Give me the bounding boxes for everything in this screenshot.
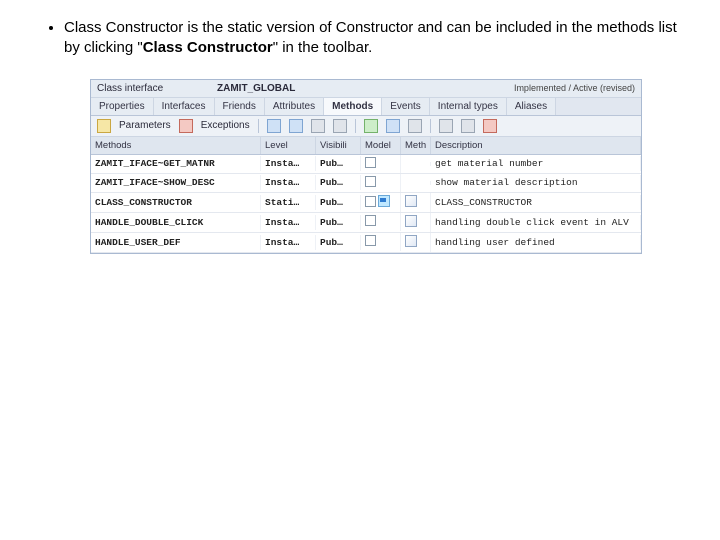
method-doc-icon[interactable] [405, 195, 417, 207]
cell-visi: Pub… [316, 235, 361, 250]
cell-visi: Pub… [316, 215, 361, 230]
cell-meth[interactable] [401, 233, 431, 252]
checkbox-icon[interactable] [365, 176, 376, 187]
col-model[interactable]: Model [361, 137, 401, 154]
toolbar-icon-6[interactable] [386, 119, 400, 133]
class-header: Class interface ZAMIT_GLOBAL Implemented… [91, 80, 641, 98]
parameters-button[interactable]: Parameters [119, 120, 171, 131]
checkbox-icon[interactable] [365, 157, 376, 168]
cell-meth [401, 181, 431, 185]
toolbar-sep [430, 119, 431, 133]
toolbar-icon-8[interactable] [439, 119, 453, 133]
tab-aliases[interactable]: Aliases [507, 98, 556, 115]
tab-friends[interactable]: Friends [215, 98, 265, 115]
cell-model[interactable] [361, 174, 401, 192]
cell-desc: handling user defined [431, 235, 641, 250]
cell-visi: Pub… [316, 175, 361, 190]
toolbar-icon-3[interactable] [311, 119, 325, 133]
checkbox-icon[interactable] [365, 215, 376, 226]
tab-internal-types[interactable]: Internal types [430, 98, 507, 115]
tab-strip: Properties Interfaces Friends Attributes… [91, 98, 641, 116]
cell-method[interactable]: CLASS_CONSTRUCTOR [91, 195, 261, 210]
cell-level: Insta… [261, 215, 316, 230]
cell-meth[interactable] [401, 193, 431, 212]
cell-desc: CLASS_CONSTRUCTOR [431, 195, 641, 210]
toolbar-icon-7[interactable] [408, 119, 422, 133]
toolbar-icon-9[interactable] [461, 119, 475, 133]
col-description[interactable]: Description [431, 137, 641, 154]
cell-model[interactable] [361, 155, 401, 173]
cell-model[interactable] [361, 193, 401, 212]
class-builder-panel: Class interface ZAMIT_GLOBAL Implemented… [90, 79, 642, 254]
cell-model[interactable] [361, 213, 401, 231]
col-level[interactable]: Level [261, 137, 316, 154]
table-row[interactable]: HANDLE_DOUBLE_CLICK Insta… Pub… handling… [91, 213, 641, 233]
col-methods[interactable]: Methods [91, 137, 261, 154]
bullet-bold: Class Constructor [143, 39, 273, 56]
exceptions-icon[interactable] [179, 119, 193, 133]
cell-desc: get material number [431, 156, 641, 171]
methods-toolbar: Parameters Exceptions [91, 116, 641, 137]
tab-interfaces[interactable]: Interfaces [154, 98, 215, 115]
cell-visi: Pub… [316, 156, 361, 171]
cell-method[interactable]: ZAMIT_IFACE~GET_MATNR [91, 156, 261, 171]
checkbox-icon[interactable] [365, 235, 376, 246]
checkbox-icon[interactable] [365, 196, 376, 207]
methods-column-header: Methods Level Visibili Model Meth Descri… [91, 137, 641, 155]
toolbar-sep [355, 119, 356, 133]
methods-table-body: ZAMIT_IFACE~GET_MATNR Insta… Pub… get ma… [91, 155, 641, 253]
class-name-value: ZAMIT_GLOBAL [217, 83, 377, 94]
class-interface-label: Class interface [97, 83, 217, 94]
cell-desc: show material description [431, 175, 641, 190]
toolbar-icon-4[interactable] [333, 119, 347, 133]
method-doc-icon[interactable] [405, 215, 417, 227]
cell-method[interactable]: HANDLE_USER_DEF [91, 235, 261, 250]
table-row[interactable]: HANDLE_USER_DEF Insta… Pub… handling use… [91, 233, 641, 253]
cell-visi: Pub… [316, 195, 361, 210]
col-meth[interactable]: Meth [401, 137, 431, 154]
toolbar-icon-10[interactable] [483, 119, 497, 133]
cell-method[interactable]: ZAMIT_IFACE~SHOW_DESC [91, 175, 261, 190]
tab-properties[interactable]: Properties [91, 98, 154, 115]
tab-attributes[interactable]: Attributes [265, 98, 324, 115]
cell-level: Insta… [261, 156, 316, 171]
tab-events[interactable]: Events [382, 98, 430, 115]
exceptions-button[interactable]: Exceptions [201, 120, 250, 131]
table-row[interactable]: CLASS_CONSTRUCTOR Stati… Pub… CLASS_CONS… [91, 193, 641, 213]
model-flag-icon [378, 195, 390, 207]
cell-meth[interactable] [401, 213, 431, 232]
cell-method[interactable]: HANDLE_DOUBLE_CLICK [91, 215, 261, 230]
table-row[interactable]: ZAMIT_IFACE~GET_MATNR Insta… Pub… get ma… [91, 155, 641, 174]
class-status: Implemented / Active (revised) [377, 83, 635, 93]
cell-model[interactable] [361, 233, 401, 251]
bullet-text-2: " in the toolbar. [273, 39, 373, 56]
parameters-icon[interactable] [97, 119, 111, 133]
toolbar-icon-2[interactable] [289, 119, 303, 133]
toolbar-icon-5[interactable] [364, 119, 378, 133]
cell-level: Insta… [261, 235, 316, 250]
tab-methods[interactable]: Methods [324, 98, 382, 115]
method-doc-icon[interactable] [405, 235, 417, 247]
cell-level: Insta… [261, 175, 316, 190]
table-row[interactable]: ZAMIT_IFACE~SHOW_DESC Insta… Pub… show m… [91, 174, 641, 193]
cell-desc: handling double click event in ALV [431, 215, 641, 230]
toolbar-icon-1[interactable] [267, 119, 281, 133]
cell-level: Stati… [261, 195, 316, 210]
toolbar-sep [258, 119, 259, 133]
cell-meth [401, 162, 431, 166]
col-visibility[interactable]: Visibili [316, 137, 361, 154]
slide-bullet: Class Constructor is the static version … [0, 0, 720, 73]
